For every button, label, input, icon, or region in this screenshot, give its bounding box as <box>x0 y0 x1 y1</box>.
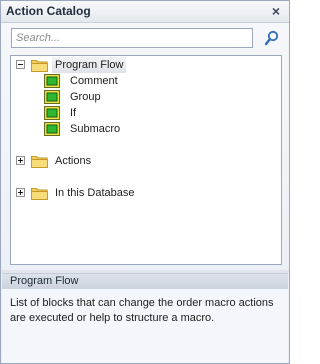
tree-label-in-this-database: In this Database <box>55 187 135 199</box>
search-icon[interactable] <box>263 29 281 47</box>
collapse-icon[interactable] <box>16 60 25 69</box>
tree-label-actions: Actions <box>55 155 92 167</box>
action-catalog-pane: Action Catalog × Program Flow <box>0 0 290 364</box>
search-row <box>11 28 281 48</box>
tree-label-comment: Comment <box>70 75 118 87</box>
action-tree[interactable]: Program Flow Comment Group If Submacro A… <box>10 55 282 265</box>
tree-item-group[interactable]: Group <box>44 89 244 105</box>
search-input[interactable] <box>11 28 253 48</box>
tree-item-if[interactable]: If <box>44 105 244 121</box>
macro-block-icon <box>44 90 60 104</box>
macro-block-icon <box>44 106 60 120</box>
expand-icon[interactable] <box>16 156 25 165</box>
description-text: List of blocks that can change the order… <box>2 289 288 363</box>
tree-node-actions[interactable]: Actions <box>14 153 274 169</box>
description-title: Program Flow <box>2 273 288 289</box>
folder-icon <box>31 188 48 200</box>
tree-item-comment[interactable]: Comment <box>44 73 244 89</box>
tree-label-if: If <box>70 107 77 119</box>
macro-block-icon <box>44 74 60 88</box>
tree-node-program-flow[interactable]: Program Flow <box>14 57 274 73</box>
tree-label-program-flow: Program Flow <box>52 57 127 73</box>
folder-icon <box>31 156 48 168</box>
tree-item-submacro[interactable]: Submacro <box>44 121 244 137</box>
close-icon[interactable]: × <box>269 3 283 19</box>
expand-icon[interactable] <box>16 188 25 197</box>
pane-title: Action Catalog <box>6 4 91 18</box>
tree-label-submacro: Submacro <box>70 123 121 135</box>
pane-titlebar: Action Catalog × <box>1 1 289 23</box>
tree-node-in-this-database[interactable]: In this Database <box>14 185 274 201</box>
tree-label-group: Group <box>70 91 101 103</box>
folder-icon <box>31 60 48 72</box>
macro-block-icon <box>44 122 60 136</box>
